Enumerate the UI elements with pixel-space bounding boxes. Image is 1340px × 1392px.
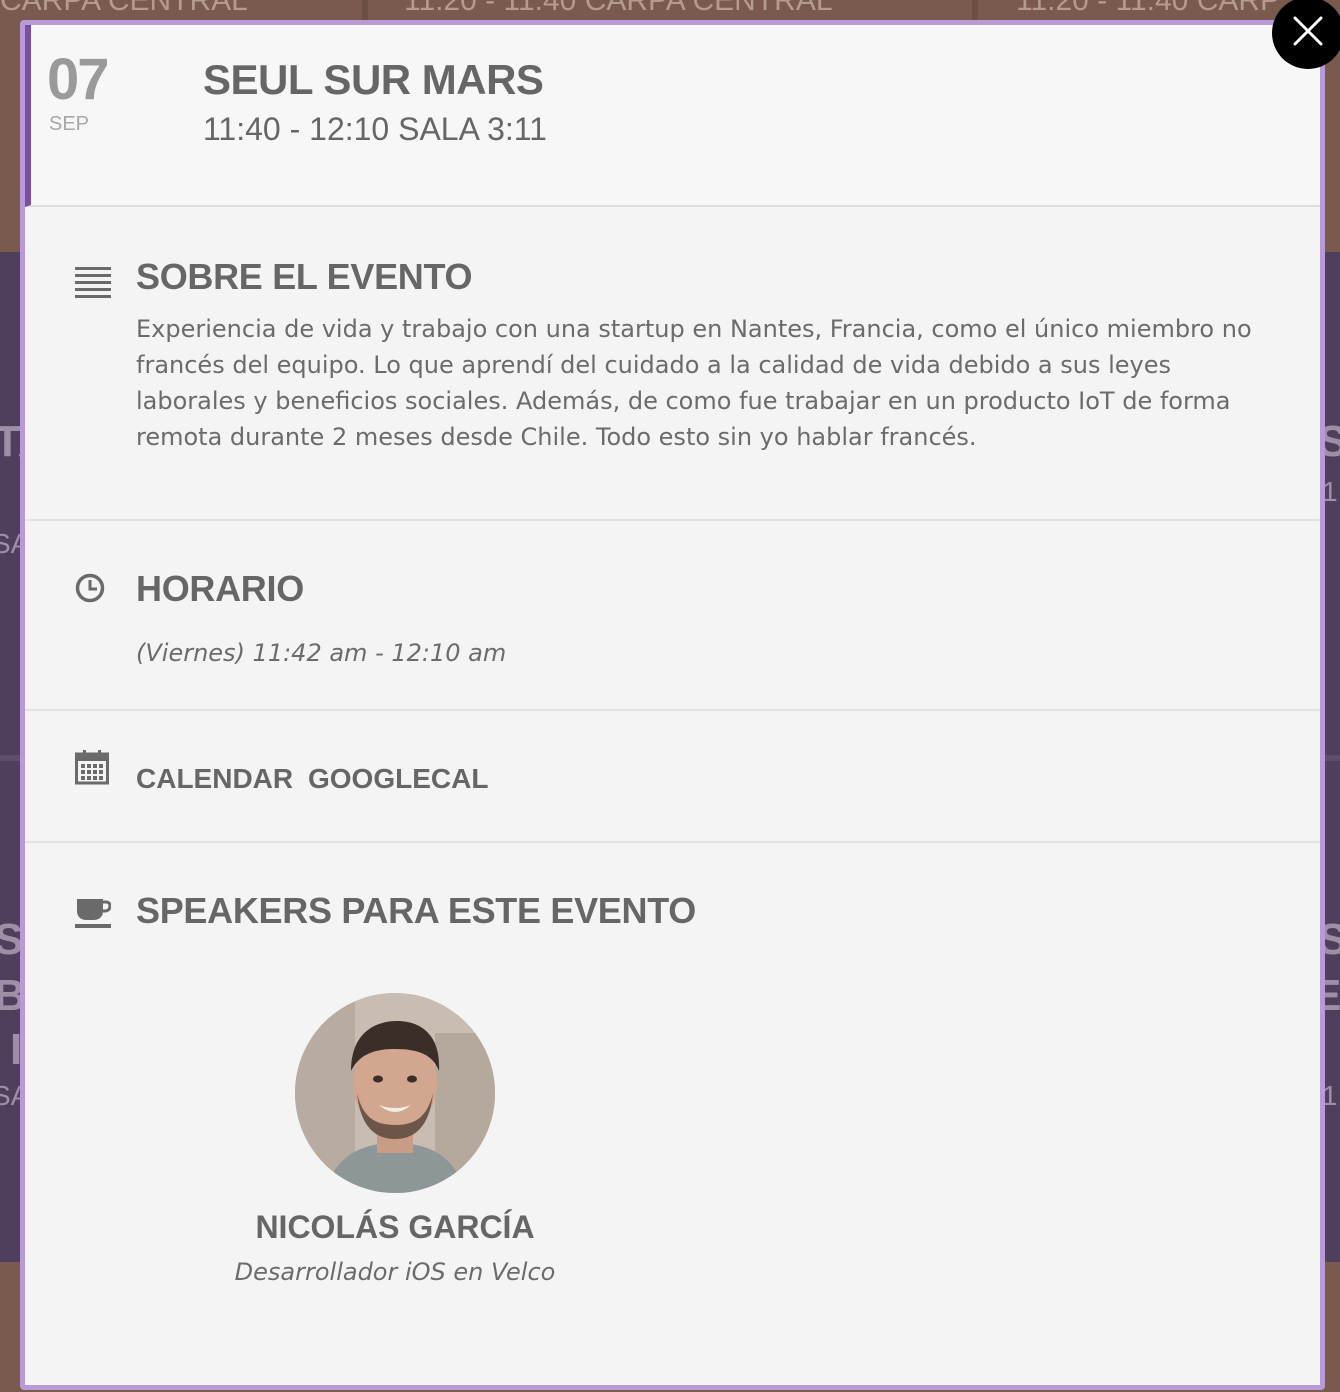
about-section: SOBRE EL EVENTO Experiencia de vida y tr… xyxy=(25,207,1320,521)
calendar-icon xyxy=(75,749,111,785)
background-slot-label: 11:20 - 11:40 CARP xyxy=(1016,0,1281,17)
schedule-time: (Viernes) 11:42 am - 12:10 am xyxy=(136,639,507,667)
event-title: SEUL SUR MARS xyxy=(203,56,544,103)
speakers-section: SPEAKERS PARA ESTE EVENTO NICOLÁS GARCÍA… xyxy=(25,843,1320,1385)
about-title: SOBRE EL EVENTO xyxy=(136,256,473,297)
speaker-avatar[interactable] xyxy=(295,993,495,1193)
background-slot-label: CARPA CENTRAL xyxy=(0,0,248,17)
speaker-card[interactable]: NICOLÁS GARCÍA Desarrollador iOS en Velc… xyxy=(185,993,605,1286)
list-icon xyxy=(75,263,111,299)
googlecal-link[interactable]: GOOGLECAL xyxy=(308,763,488,795)
speakers-title: SPEAKERS PARA ESTE EVENTO xyxy=(136,890,696,931)
event-detail-modal: 07 SEP SEUL SUR MARS 11:40 - 12:10 SALA … xyxy=(20,20,1325,1390)
schedule-title: HORARIO xyxy=(136,568,304,609)
calendar-link[interactable]: CALENDAR xyxy=(136,763,293,795)
close-button[interactable] xyxy=(1272,0,1340,69)
calendar-section: CALENDAR GOOGLECAL xyxy=(25,711,1320,843)
event-date-day: 07 xyxy=(47,47,109,112)
about-description: Experiencia de vida y trabajo con una st… xyxy=(136,315,1252,451)
background-slot-label: 11:20 - 11:40 CARPA CENTRAL xyxy=(404,0,833,17)
schedule-section: HORARIO (Viernes) 11:42 am - 12:10 am xyxy=(25,521,1320,711)
event-date-month: SEP xyxy=(49,113,90,135)
speaker-role: Desarrollador iOS en Velco xyxy=(234,1258,556,1286)
event-time-location: 11:40 - 12:10 SALA 3:11 xyxy=(203,111,547,147)
close-icon xyxy=(1292,15,1324,51)
speaker-name[interactable]: NICOLÁS GARCÍA xyxy=(185,1209,605,1246)
modal-header: 07 SEP SEUL SUR MARS 11:40 - 12:10 SALA … xyxy=(25,25,1320,207)
coffee-cup-icon xyxy=(75,893,112,929)
clock-icon xyxy=(75,569,111,605)
